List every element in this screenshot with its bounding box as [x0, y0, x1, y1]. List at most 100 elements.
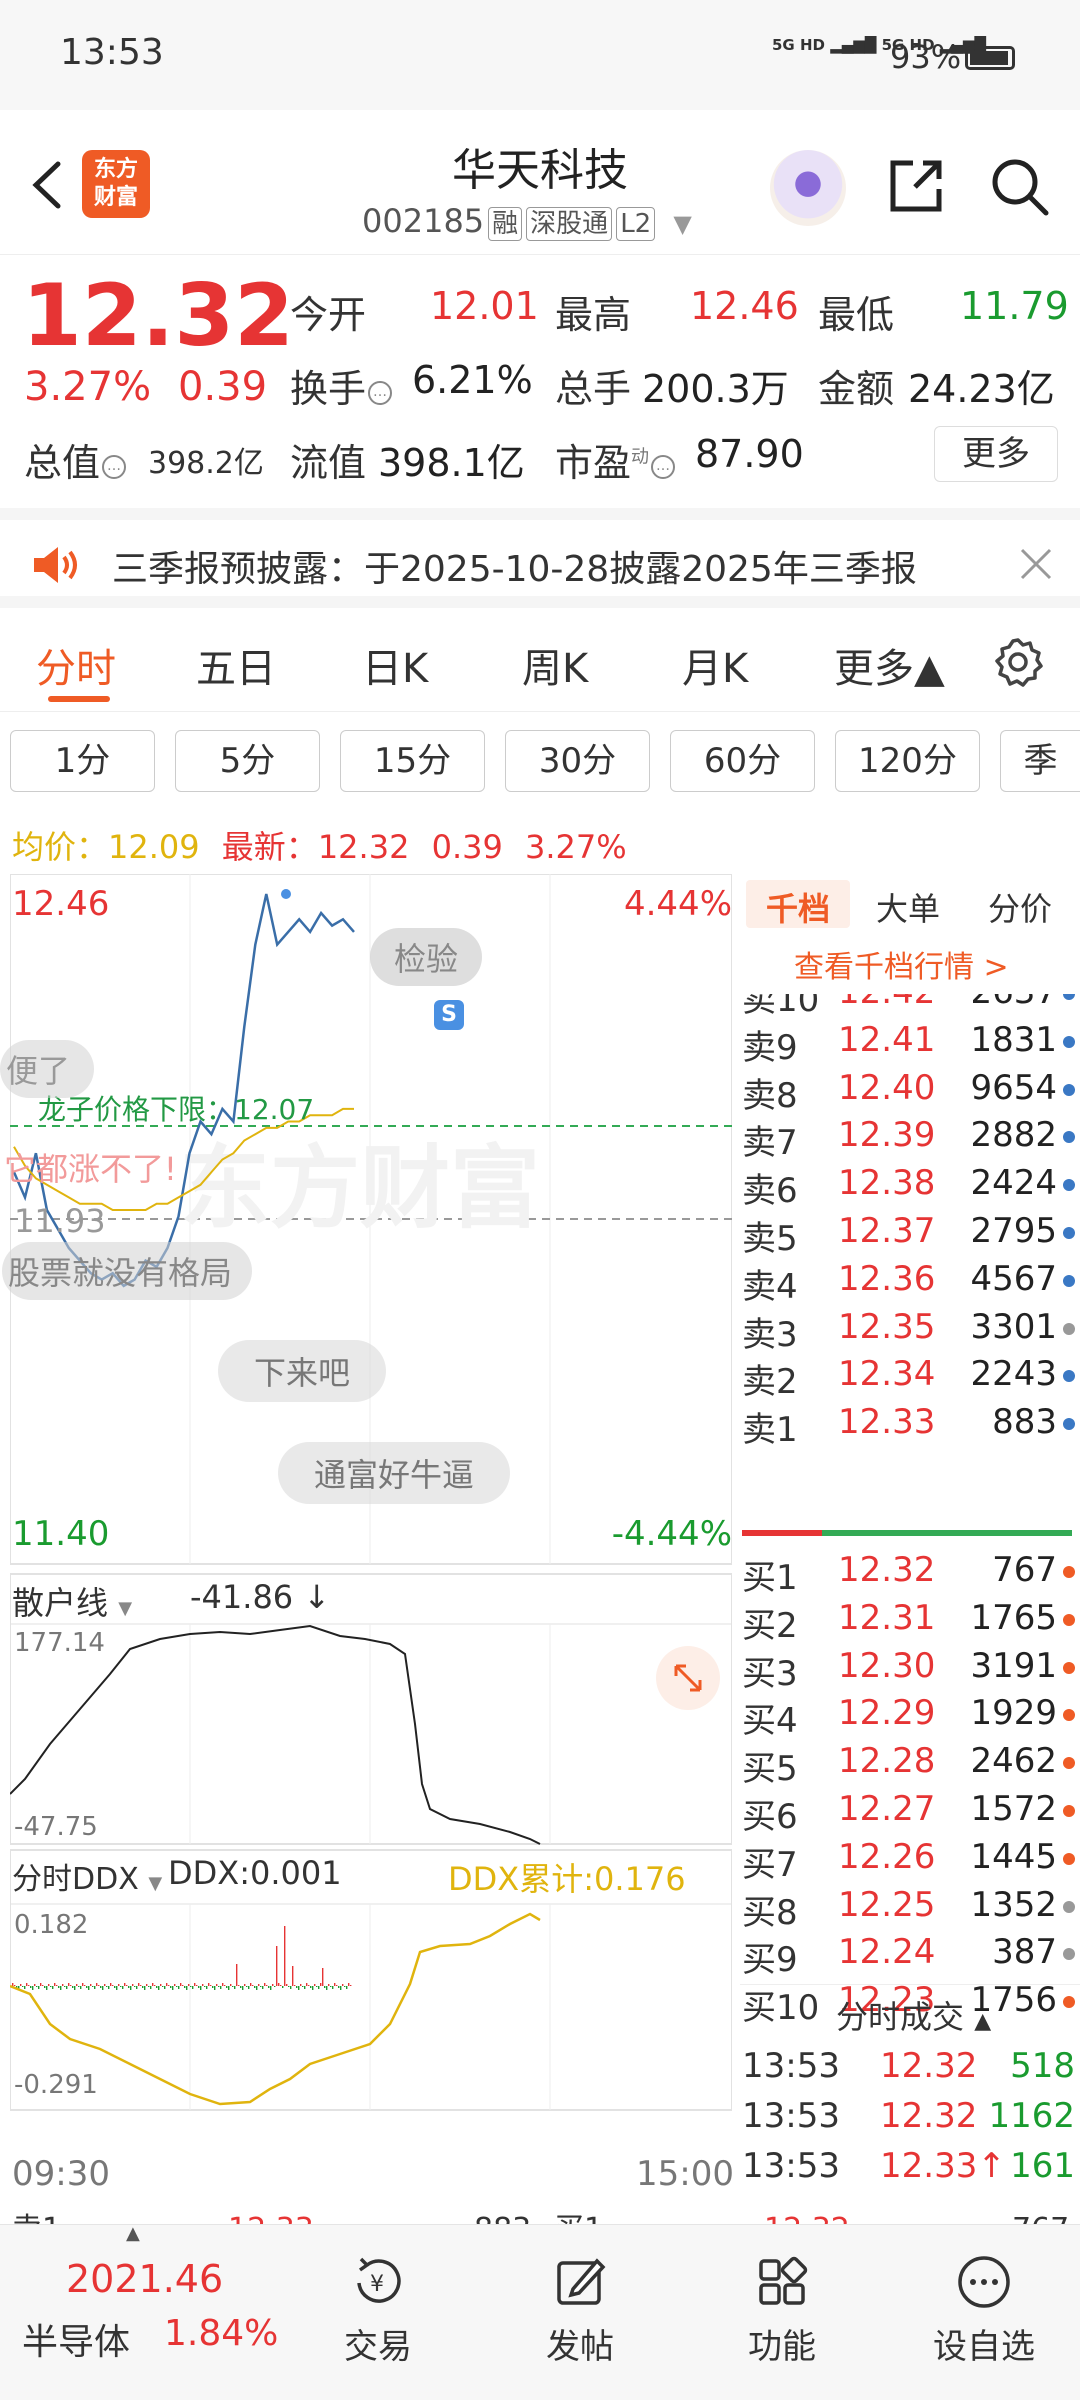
- svg-text:¥: ¥: [370, 2272, 384, 2297]
- chevron-up-icon[interactable]: ▲: [126, 2223, 140, 2244]
- buy-row[interactable]: 买7 12.26 1445: [740, 1837, 1075, 1885]
- sell-row[interactable]: 卖7 12.39 2882: [740, 1115, 1075, 1163]
- subtab-5min[interactable]: 5分: [175, 730, 320, 792]
- ddx-bar: [188, 1984, 190, 1986]
- sell-row[interactable]: 卖5 12.37 2795: [740, 1211, 1075, 1259]
- sell-price: 12.40: [838, 1067, 936, 1108]
- sell-row[interactable]: 卖1 12.33 883: [740, 1402, 1075, 1450]
- buy-volume: 767: [992, 1550, 1057, 1590]
- buy-row[interactable]: 买4 12.29 1929: [740, 1693, 1075, 1741]
- dot-icon: [1063, 1179, 1075, 1192]
- assistant-avatar-icon[interactable]: [770, 150, 846, 226]
- intraday-chart[interactable]: 东方财富 12.46 4.44% 11.40 -4.44% 11.93 龙子价格…: [0, 873, 734, 2214]
- subtab-30min[interactable]: 30分: [505, 730, 650, 792]
- change-percent: 3.27%: [24, 364, 152, 410]
- tag-level2: L2: [616, 207, 656, 241]
- sell-row[interactable]: 卖3 12.35 3301: [740, 1307, 1075, 1355]
- subtab-1min[interactable]: 1分: [10, 730, 155, 792]
- order-book: 千档 大单 分价 查看千档行情 > 卖10 12.42 2637 卖9 12.41 183…: [740, 874, 1080, 2214]
- index-name[interactable]: 半导体: [22, 2313, 130, 2365]
- sell-row[interactable]: 卖10 12.42 2637: [740, 994, 1075, 1020]
- ddx-bar: [50, 1986, 52, 1987]
- trade-button[interactable]: ¥ 交易: [318, 2253, 438, 2368]
- buy-row[interactable]: 买9 12.24 387: [740, 1932, 1075, 1980]
- ddx-bar: [222, 1983, 224, 1986]
- expand-icon[interactable]: [656, 1646, 720, 1710]
- subtab-120min[interactable]: 120分: [835, 730, 980, 792]
- latest-change: 0.39: [431, 828, 503, 866]
- avg-price-row: 均价：12.09 最新：12.32 0.39 3.27%: [12, 822, 627, 868]
- status-time: 13:53: [60, 32, 164, 73]
- ddx-bar: [330, 1986, 332, 1987]
- sell-row[interactable]: 卖8 12.40 9654: [740, 1068, 1075, 1116]
- tab-intraday[interactable]: 分时: [36, 636, 116, 694]
- notice-bar[interactable]: 三季报预披露：于2025-10-28披露2025年三季报: [0, 508, 1080, 608]
- post-button[interactable]: 发帖: [520, 2253, 640, 2368]
- sell-row[interactable]: 卖6 12.38 2424: [740, 1163, 1075, 1211]
- subtab-quarter[interactable]: 季: [1000, 730, 1080, 792]
- tab-daily-k[interactable]: 日K: [362, 636, 428, 694]
- float-value: 398.1亿: [378, 441, 525, 485]
- danmu-bubble: 股票就没有格局: [2, 1242, 253, 1300]
- ddx-bar: [350, 1985, 352, 1986]
- more-button[interactable]: 更多: [934, 426, 1058, 482]
- active-tab-indicator: [48, 696, 110, 702]
- ob-tab-thousand[interactable]: 千档: [766, 884, 830, 930]
- ddx-bar: [32, 1986, 34, 1990]
- tab-weekly-k[interactable]: 周K: [522, 636, 588, 694]
- dropdown-icon[interactable]: ▼: [673, 210, 691, 238]
- share-icon[interactable]: [885, 155, 947, 217]
- gear-icon[interactable]: [992, 636, 1044, 688]
- tab-more[interactable]: 更多▲: [834, 636, 945, 694]
- buy-volume: 387: [992, 1932, 1057, 1973]
- subtab-15min[interactable]: 15分: [340, 730, 485, 792]
- buy-row[interactable]: 买8 12.25 1352: [740, 1885, 1075, 1933]
- subtab-60min[interactable]: 60分: [670, 730, 815, 792]
- ob-tab-price[interactable]: 分价: [988, 884, 1052, 930]
- buy-row[interactable]: 买3 12.30 3191: [740, 1646, 1075, 1694]
- ddx-bar: [66, 1986, 68, 1989]
- ddx-bar: [302, 1986, 304, 1987]
- latest-value: 12.32: [317, 828, 410, 866]
- battery-icon: [965, 46, 1015, 70]
- sell-volume: 2243: [970, 1354, 1057, 1395]
- change-value: 0.39: [178, 364, 268, 410]
- sell-row[interactable]: 卖4 12.36 4567: [740, 1259, 1075, 1307]
- add-watchlist-button[interactable]: 设自选: [924, 2253, 1044, 2368]
- ddx-bar: [56, 1985, 58, 1986]
- buy-row[interactable]: 买2 12.31 1765: [740, 1598, 1075, 1646]
- ddx-bar: [60, 1986, 62, 1990]
- ddx-indicator-select[interactable]: 分时DDX ▼: [12, 1854, 162, 1898]
- trade-price: 12.33↑: [880, 2146, 1006, 2186]
- stock-code-row[interactable]: 002185 融深股通 L2 ▼: [362, 202, 692, 241]
- close-icon[interactable]: [1018, 546, 1054, 582]
- function-button[interactable]: 功能: [722, 2253, 842, 2368]
- search-icon[interactable]: [988, 155, 1050, 217]
- signal-s-icon[interactable]: S: [434, 1000, 464, 1030]
- buy-row[interactable]: 买5 12.28 2462: [740, 1741, 1075, 1789]
- chart-top-price: 12.46: [12, 884, 110, 924]
- ddx-bar: [134, 1986, 136, 1987]
- ddx-bar: [304, 1986, 306, 1989]
- sell-row[interactable]: 卖2 12.34 2243: [740, 1354, 1075, 1402]
- sell-label: 卖9: [742, 1027, 798, 1068]
- buy-row[interactable]: 买6 12.27 1572: [740, 1789, 1075, 1837]
- tab-monthly-k[interactable]: 月K: [682, 636, 748, 694]
- sell-label: 卖6: [742, 1171, 798, 1212]
- sell-row[interactable]: 卖9 12.41 1831: [740, 1020, 1075, 1068]
- ddx-bar: [46, 1986, 48, 1990]
- dot-icon: [1063, 1566, 1075, 1578]
- dot-icon: [1063, 1035, 1075, 1048]
- ob-tab-bigorder[interactable]: 大单: [876, 884, 940, 930]
- latest-label: 最新：: [221, 828, 318, 866]
- view-depth-link[interactable]: 查看千档行情 >: [794, 942, 1009, 986]
- retail-indicator-select[interactable]: 散户线 ▼: [12, 1578, 132, 1624]
- back-arrow-icon[interactable]: [26, 160, 66, 210]
- ddx-bar: [298, 1986, 300, 1990]
- danmu-bubble: 通富好牛逼: [278, 1442, 511, 1504]
- index-value[interactable]: 2021.46: [66, 2257, 223, 2301]
- tab-five-day[interactable]: 五日: [196, 636, 276, 694]
- buy-row[interactable]: 买1 12.32 767: [740, 1550, 1075, 1598]
- trades-title[interactable]: 分时成交 ▲: [836, 1992, 991, 2038]
- ddx-bar: [80, 1986, 82, 1989]
